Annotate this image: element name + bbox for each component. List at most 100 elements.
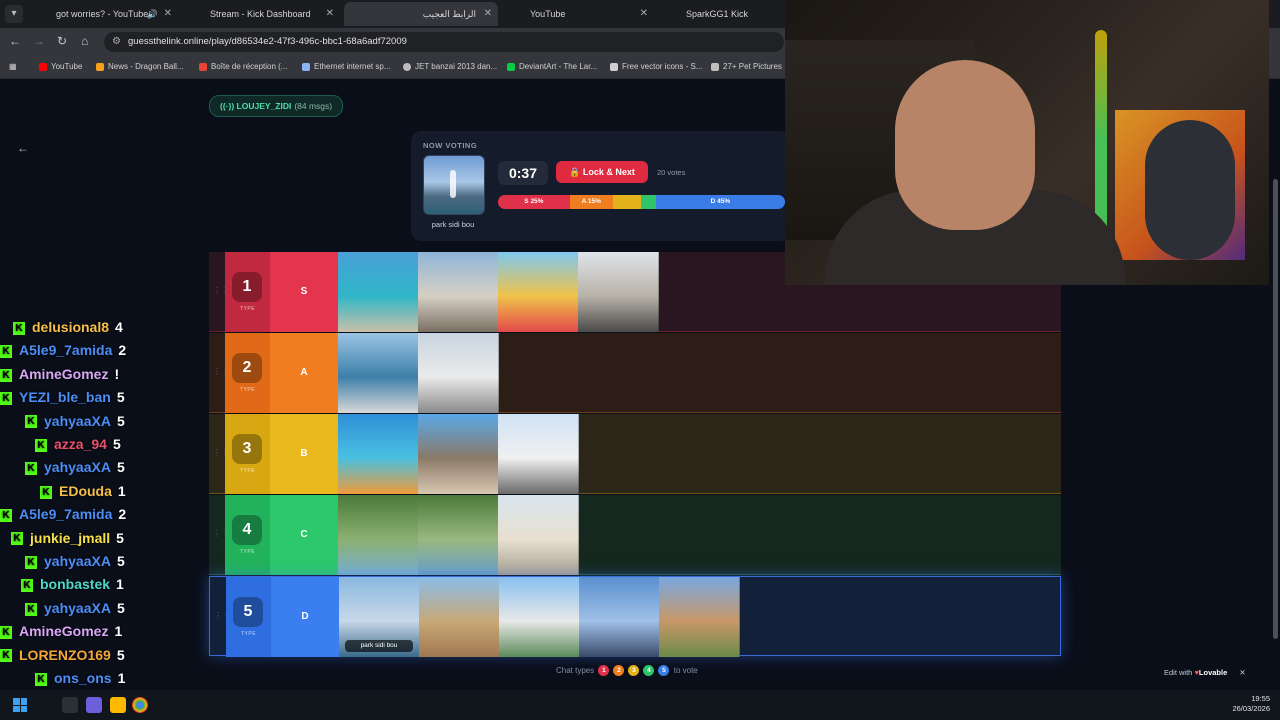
kick-badge-icon: K [40,485,52,499]
type-badge: 5 [658,665,670,677]
bookmark-icon [711,62,719,71]
tier-row[interactable]: ⋮⋮ 5 TYPE Dpark sidi bou [209,576,1061,657]
close-icon[interactable]: ✕ [164,2,172,26]
kick-badge-icon: K [25,602,37,616]
kick-badge-icon: K [0,368,12,382]
chat-username: LORENZO169 [19,646,111,663]
tier-item-image[interactable] [418,414,499,494]
url-input[interactable]: ⚙ guessthelink.online/play/d86534e2-47f3… [104,32,784,52]
chat-text: 5 [116,412,125,429]
tier-item-image[interactable] [418,495,499,575]
tier-item-image[interactable] [338,333,419,413]
chat-message: Kdelusional8 4 [13,316,123,338]
back-arrow-icon[interactable]: ← [17,141,29,155]
message-count: (84 msgs) [294,101,333,111]
windows-start-icon[interactable] [13,698,27,712]
site-icon [356,10,366,20]
tier-item-image[interactable] [578,252,659,332]
chat-message: Kbonbastek 1 [21,573,124,595]
tier-item-image[interactable] [419,577,500,657]
youtube-icon [40,10,50,20]
chat-username: junkie_jmall [30,529,111,546]
bookmark-inbox[interactable]: Boîte de réception (... [199,56,288,78]
tier-item-image[interactable] [498,252,579,332]
tab-kick-channel[interactable]: SparkGG1 Kick [658,2,784,26]
system-clock[interactable]: 19:55 26/03/2026 [1232,694,1270,714]
chat-message: K AmineGomez! [0,363,119,385]
tier-letter: A [270,333,338,413]
tier-item-image[interactable] [338,252,419,332]
chat-text: 5 [116,646,125,663]
home-icon[interactable]: ⌂ [81,34,88,48]
chat-text: 5 [116,599,125,616]
chat-message: Kazza_94 5 [35,433,121,455]
kick-badge-icon: K [0,625,12,639]
tier-item-image[interactable] [338,414,419,494]
taskbar: 19:55 26/03/2026 [0,690,1280,720]
apps-icon[interactable]: ▦ [9,56,17,78]
close-icon[interactable]: ✕ [1239,668,1245,677]
app-icon[interactable] [86,697,102,713]
close-icon[interactable]: ✕ [484,2,492,26]
tier-item-image[interactable] [498,414,579,494]
tier-item-image[interactable] [418,252,499,332]
chrome-icon[interactable] [132,697,148,713]
tier-item-image[interactable] [499,577,580,657]
edit-with-lovable-badge[interactable]: Edit with ♥Lovable ✕ [1164,666,1246,680]
vote-segment: S 25% [498,195,570,209]
bookmark-icon [302,62,310,71]
kick-badge-icon: K [11,532,23,546]
kick-badge-icon: K [25,462,37,476]
site-settings-icon[interactable]: ⚙ [112,32,121,52]
tier-item-image[interactable] [338,495,419,575]
tier-item-image[interactable] [659,577,740,657]
tier-row[interactable]: ⋮⋮ 4 TYPE C [209,495,1061,575]
reload-icon[interactable]: ↻ [57,34,67,48]
chat-message: KyahyaaXA 5 [25,597,125,619]
lock-next-button[interactable]: 🔒 Lock & Next [556,161,648,183]
tier-item-image[interactable] [498,495,579,575]
tab-search-icon[interactable]: ▾ [5,5,23,23]
folder-icon[interactable] [110,697,126,713]
bookmark-ethernet[interactable]: Ethernet internet sp... [302,56,391,78]
tier-type-label: TYPE [239,306,256,312]
tab-youtube[interactable]: YouTube ✕ [502,2,654,26]
forward-icon[interactable]: → [33,34,45,48]
bookmark-vector-icons[interactable]: Free vector icons - S... [610,56,702,78]
tab-kick-dashboard[interactable]: Stream - Kick Dashboard ✕ [182,2,340,26]
kick-badge-icon: K [35,438,47,452]
chat-text: 1 [117,482,126,499]
bookmark-jet-banzai[interactable]: JET banzai 2013 dan... [403,56,497,78]
tier-item-image[interactable] [579,577,660,657]
bookmark-pet-pictures[interactable]: 27+ Pet Pictures [711,56,782,78]
tier-item-image[interactable] [418,333,499,413]
item-caption: park sidi bou [345,640,413,652]
tier-type-label: TYPE [239,549,256,555]
signal-icon: ((·)) [220,101,235,111]
tier-number: 5 [233,597,263,627]
tab-youtube-worries[interactable]: got worries? - YouTube 🔊 ✕ [28,2,178,26]
bookmark-youtube[interactable]: YouTube [39,56,82,78]
tier-item-image[interactable]: park sidi bou [339,577,420,657]
tab-active-page[interactable]: الرابط العجيب ✕ [344,2,498,26]
chat-message: K LORENZO169 5 [0,644,125,666]
chat-username: YEZI_ble_ban [19,389,111,406]
tier-row[interactable]: ⋮⋮ 3 TYPE B [209,414,1061,494]
taskview-icon[interactable] [62,697,78,713]
chat-text: 5 [116,389,125,406]
kick-icon [670,10,680,20]
tier-row[interactable]: ⋮⋮ 2 TYPE A [209,333,1061,413]
back-icon[interactable]: ← [9,34,21,48]
chat-username: AmineGomez [19,365,109,382]
tier-type-label: TYPE [239,468,256,474]
bookmark-deviantart[interactable]: DeviantArt - The Lar... [507,56,597,78]
speaker-icon[interactable]: 🔊 [147,2,158,26]
page-scrollbar[interactable] [1271,79,1280,690]
vote-segment: D 45% [655,195,785,209]
youtube-icon [39,62,47,71]
bookmark-dragonball[interactable]: News - Dragon Ball... [96,56,184,78]
close-icon[interactable]: ✕ [640,2,648,26]
chat-username: delusional8 [32,319,110,335]
close-icon[interactable]: ✕ [326,2,334,26]
tier-letter: B [270,414,338,494]
